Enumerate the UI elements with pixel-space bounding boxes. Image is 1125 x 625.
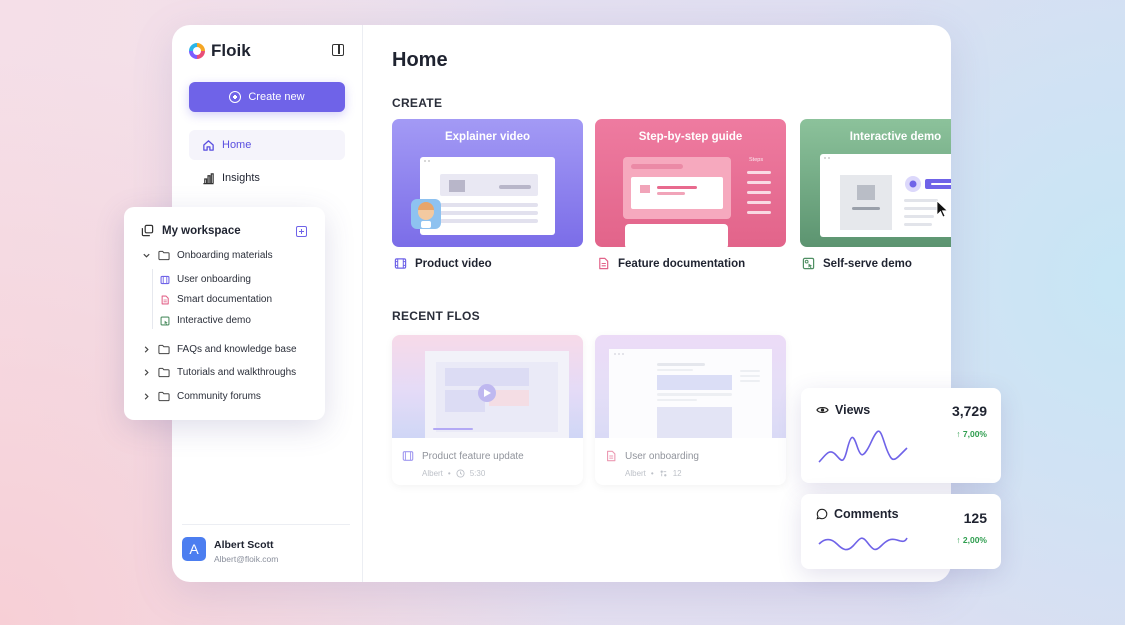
workspace-title: My workspace [141, 224, 241, 237]
views-label: Views [816, 403, 870, 417]
app-name: Floik [211, 41, 251, 60]
chevron-right-icon [144, 393, 149, 400]
explainer-video-illustration [411, 157, 555, 235]
recent-flos-heading: RECENT FLOS [392, 309, 480, 323]
create-new-label: Create new [248, 91, 305, 103]
folder-label: FAQs and knowledge base [177, 344, 297, 355]
views-sparkline [818, 430, 908, 463]
file-label: Smart documentation [177, 294, 273, 305]
folder-icon [158, 344, 170, 355]
file-smart-documentation[interactable]: Smart documentation [160, 294, 272, 305]
recent-flo-card[interactable]: Product feature update Albert • 5:30 [392, 335, 583, 485]
comments-value: 125 [963, 510, 987, 526]
folder-community-forums[interactable]: Community forums [142, 391, 261, 402]
comments-change-value: 2,00% [962, 535, 987, 545]
create-card-label-text: Self-serve demo [823, 257, 912, 270]
card-fade-overlay [595, 335, 786, 485]
create-card-label-text: Product video [415, 257, 492, 270]
avatar: A [182, 537, 206, 561]
sidebar-item-label: Insights [222, 172, 260, 184]
create-card-interactive-demo[interactable]: Interactive demo [800, 119, 951, 247]
user-name: Albert Scott [214, 539, 274, 551]
interactive-demo-illustration [820, 154, 951, 237]
collapse-sidebar-icon[interactable] [332, 44, 344, 56]
create-new-button[interactable]: Create new [189, 82, 345, 112]
chevron-down-icon [143, 253, 150, 258]
add-folder-icon[interactable] [296, 226, 307, 237]
views-value: 3,729 [951, 403, 987, 419]
document-icon [599, 257, 609, 270]
folder-label: Tutorials and walkthroughs [177, 367, 297, 378]
tree-line [152, 269, 153, 329]
create-card-label-self-serve-demo[interactable]: Self-serve demo [802, 257, 912, 270]
create-heading: CREATE [392, 96, 443, 110]
views-label-text: Views [835, 403, 871, 417]
folder-faqs-knowledge-base[interactable]: FAQs and knowledge base [142, 344, 297, 355]
views-stat-card[interactable]: Views 3,729 ↑ 7,00% [801, 388, 1001, 483]
views-change: ↑ 7,00% [956, 429, 987, 439]
folder-label: Onboarding materials [177, 250, 273, 261]
steps-caption: Steps [749, 157, 764, 163]
floik-logo-icon [189, 43, 205, 59]
comments-label: Comments [816, 507, 899, 521]
file-label: User onboarding [177, 274, 251, 285]
comments-stat-card[interactable]: Comments 125 ↑ 2,00% [801, 494, 1001, 569]
app-logo[interactable]: Floik [189, 41, 251, 61]
film-icon [394, 258, 407, 269]
chevron-right-icon [144, 346, 149, 353]
plus-circle-icon [229, 91, 242, 103]
comments-sparkline [818, 537, 908, 551]
eye-icon [816, 406, 829, 414]
create-card-label-text: Feature documentation [618, 257, 746, 270]
sidebar-item-home[interactable]: Home [189, 130, 345, 160]
sidebar-item-insights[interactable]: Insights [189, 163, 345, 193]
page-title: Home [392, 49, 448, 71]
step-guide-illustration [623, 157, 771, 247]
create-card-explainer-video[interactable]: Explainer video [392, 119, 583, 247]
home-icon [203, 139, 214, 151]
folder-tutorials-walkthroughs[interactable]: Tutorials and walkthroughs [142, 367, 296, 378]
user-email: Albert@floik.com [214, 554, 279, 564]
folder-icon [158, 367, 170, 378]
workspace-panel: My workspace Onboarding materials User o… [124, 207, 325, 420]
views-change-value: 7,00% [962, 429, 987, 439]
folder-icon [158, 391, 170, 402]
file-user-onboarding[interactable]: User onboarding [160, 274, 251, 285]
interactive-icon [160, 316, 170, 325]
comment-icon [816, 508, 828, 520]
folder-onboarding-materials[interactable]: Onboarding materials [142, 250, 273, 261]
create-card-step-guide[interactable]: Step-by-step guide Steps [595, 119, 786, 247]
interactive-icon [802, 257, 815, 270]
create-card-label-feature-documentation[interactable]: Feature documentation [597, 257, 745, 270]
comments-change: ↑ 2,00% [956, 535, 987, 545]
file-interactive-demo[interactable]: Interactive demo [160, 315, 251, 326]
card-fade-overlay [392, 335, 583, 485]
copy-icon [141, 224, 154, 237]
recent-flo-card[interactable]: User onboarding Albert • 12 [595, 335, 786, 485]
user-profile[interactable]: A Albert Scott Albert@floik.com [182, 524, 350, 564]
comments-label-text: Comments [834, 507, 899, 521]
bar-chart-icon [203, 172, 214, 184]
folder-label: Community forums [177, 391, 261, 402]
chevron-right-icon [144, 369, 149, 376]
sidebar-item-label: Home [222, 139, 252, 151]
film-icon [160, 275, 170, 284]
document-icon [161, 295, 169, 304]
file-label: Interactive demo [177, 315, 251, 326]
create-card-label-product-video[interactable]: Product video [394, 257, 492, 270]
workspace-title-text: My workspace [162, 224, 241, 237]
folder-icon [158, 250, 170, 261]
